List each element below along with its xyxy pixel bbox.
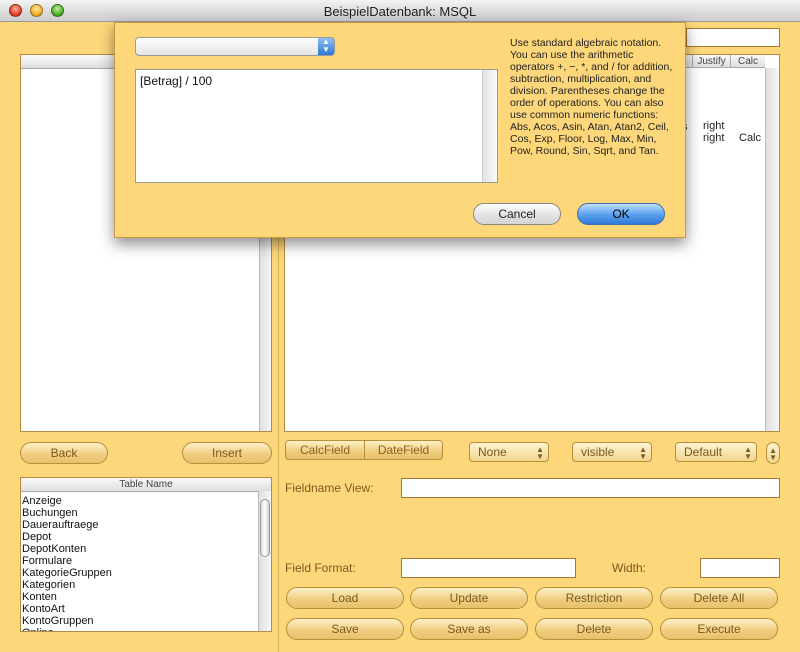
delete-all-button[interactable]: Delete All <box>660 587 778 609</box>
popup-arrows-icon: ▲ ▼ <box>318 38 334 55</box>
table-list-item[interactable]: Formulare <box>22 555 271 567</box>
popup-arrows-icon: ▲ ▼ <box>639 445 647 461</box>
restriction-button[interactable]: Restriction <box>535 587 653 609</box>
cancel-button[interactable]: Cancel <box>473 203 561 225</box>
top-search-field[interactable] <box>686 28 780 47</box>
visible-popup[interactable]: visible ▲ ▼ <box>572 442 652 462</box>
table-list-item[interactable]: Online <box>22 627 271 631</box>
table-list-item[interactable]: KontoGruppen <box>22 615 271 627</box>
table-name-list[interactable]: Table Name Anzeige Buchungen Dauerauftraeg… <box>20 477 272 632</box>
table-list-item[interactable]: KontoArt <box>22 603 271 615</box>
formula-scrollbar[interactable] <box>482 70 497 182</box>
columns-table-scrollbar[interactable] <box>765 68 779 431</box>
datefield-segment[interactable]: DateField <box>365 440 443 460</box>
table-list-item[interactable]: Dauerauftraege <box>22 519 271 531</box>
fieldname-view-input[interactable] <box>401 478 780 498</box>
none-popup[interactable]: None ▲ ▼ <box>469 442 549 462</box>
load-button[interactable]: Load <box>286 587 404 609</box>
formula-sheet: ▲ ▼ [Betrag] / 100 Use standard algebraic… <box>114 22 686 238</box>
table-list-item[interactable]: Kategorien <box>22 579 271 591</box>
save-as-button[interactable]: Save as <box>410 618 528 640</box>
save-button[interactable]: Save <box>286 618 404 640</box>
table-list-item[interactable]: Anzeige <box>22 495 271 507</box>
table-name-scrollbar[interactable] <box>258 491 271 631</box>
default-popup-label: Default <box>684 445 723 459</box>
row-2-justify: right <box>703 132 725 144</box>
table-list-item[interactable]: KategorieGruppen <box>22 567 271 579</box>
column-header-justify[interactable]: Justify <box>693 55 731 68</box>
column-header-calc[interactable]: Calc <box>731 55 765 68</box>
delete-button[interactable]: Delete <box>535 618 653 640</box>
window-title: BeispielDatenbank: MSQL <box>323 4 477 19</box>
table-name-items: Anzeige Buchungen Dauerauftraege Depot Depot… <box>21 492 271 631</box>
calcfield-segment[interactable]: CalcField <box>285 440 365 460</box>
insert-button[interactable]: Insert <box>182 442 272 464</box>
execute-button[interactable]: Execute <box>660 618 778 640</box>
formula-help-text: Use standard algebraic notation. You can… <box>510 37 673 157</box>
none-popup-label: None <box>478 445 507 459</box>
formula-text: [Betrag] / 100 <box>140 74 213 88</box>
popup-arrows-icon: ▲ ▼ <box>744 445 752 461</box>
formula-textarea[interactable]: [Betrag] / 100 <box>135 69 498 183</box>
row-1-justify: right <box>703 120 725 132</box>
back-button[interactable]: Back <box>20 442 108 464</box>
visible-popup-label: visible <box>581 445 615 459</box>
row-2-calc: Calc <box>739 132 762 144</box>
table-list-item[interactable]: Depot <box>22 531 271 543</box>
field-format-input[interactable] <box>401 558 576 578</box>
table-list-item[interactable]: Konten <box>22 591 271 603</box>
fieldname-view-label: Fieldname View: <box>285 481 374 495</box>
width-label: Width: <box>612 561 647 575</box>
table-list-item[interactable]: Buchungen <box>22 507 271 519</box>
function-popup[interactable]: ▲ ▼ <box>135 37 335 56</box>
table-name-scroll-thumb[interactable] <box>260 499 270 557</box>
stepper[interactable]: ▲ ▼ <box>766 442 780 464</box>
title-bar: BeispielDatenbank: MSQL <box>0 0 800 22</box>
ok-button[interactable]: OK <box>577 203 665 225</box>
table-name-header: Table Name <box>21 478 271 492</box>
update-button[interactable]: Update <box>410 587 528 609</box>
default-popup[interactable]: Default ▲ ▼ <box>675 442 757 462</box>
stepper-arrows-icon: ▲ ▼ <box>769 446 777 462</box>
width-input[interactable] <box>700 558 780 578</box>
field-format-label: Field Format: <box>285 561 356 575</box>
table-list-item[interactable]: DepotKonten <box>22 543 271 555</box>
popup-arrows-icon: ▲ ▼ <box>536 445 544 461</box>
